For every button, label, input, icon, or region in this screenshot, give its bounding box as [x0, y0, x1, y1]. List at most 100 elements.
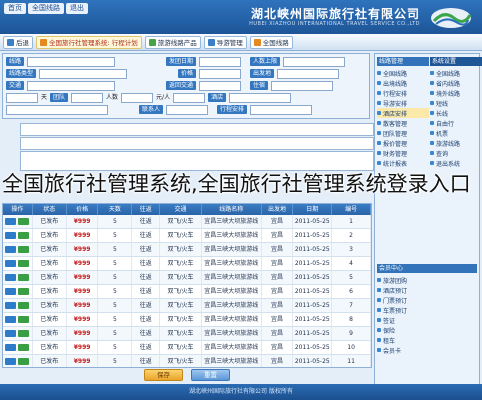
view-icon[interactable]: [18, 358, 30, 365]
sidebar-item[interactable]: 导游安排: [377, 98, 429, 108]
itinerary-select[interactable]: [250, 105, 313, 115]
sidebar-item[interactable]: 全国线路: [430, 68, 482, 78]
table-row[interactable]: 已发布 ¥999 5 往返 双飞/火车 宜昌三峡大坝旅游线 宜昌 2011-05-25 1: [3, 215, 371, 229]
hotel-field[interactable]: [229, 93, 292, 103]
tab-home[interactable]: 首页: [4, 3, 26, 14]
table-row[interactable]: 已发布 ¥999 5 往返 双飞/火车 宜昌三峡大坝旅游线 宜昌 2011-05-25 8: [3, 313, 371, 327]
table-row[interactable]: 已发布 ¥999 5 往返 双飞/火车 宜昌三峡大坝旅游线 宜昌 2011-05-25 9: [3, 327, 371, 341]
edit-icon[interactable]: [5, 218, 17, 225]
view-icon[interactable]: [18, 330, 30, 337]
sidebar-item[interactable]: 行程安排: [377, 88, 429, 98]
edit-icon[interactable]: [5, 330, 17, 337]
return-transport-select[interactable]: [199, 81, 242, 91]
sidebar-item[interactable]: 长线: [430, 108, 482, 118]
contact-field[interactable]: [166, 105, 209, 115]
national-routes-button[interactable]: 全国线路: [249, 35, 293, 49]
sidebar-item[interactable]: 查询: [430, 148, 482, 158]
table-row[interactable]: 已发布 ¥999 5 往返 双飞/火车 宜昌三峡大坝旅游线 宜昌 2011-05-25 10: [3, 341, 371, 355]
edit-icon[interactable]: [5, 274, 17, 281]
sidebar-item[interactable]: 短线: [430, 98, 482, 108]
sidebar-item[interactable]: 签证: [377, 315, 477, 325]
tab-logout[interactable]: 退出: [66, 3, 88, 14]
limit-field[interactable]: [283, 57, 346, 67]
table-row[interactable]: 已发布 ¥999 5 往返 双飞/火车 宜昌三峡大坝旅游线 宜昌 2011-05-25 4: [3, 257, 371, 271]
column-header[interactable]: 操作: [3, 204, 33, 215]
route-products-button[interactable]: 旅游线路产品: [144, 35, 201, 49]
system-breadcrumb[interactable]: 全国旅行社管理系统: 行程计划: [36, 35, 142, 49]
edit-icon[interactable]: [5, 344, 17, 351]
column-header[interactable]: 价格: [67, 204, 99, 215]
table-row[interactable]: 已发布 ¥999 5 往返 双飞/火车 宜昌三峡大坝旅游线 宜昌 2011-05-25 11: [3, 355, 371, 367]
table-row[interactable]: 已发布 ¥999 5 往返 双飞/火车 宜昌三峡大坝旅游线 宜昌 2011-05-25 3: [3, 243, 371, 257]
guide-manage-button[interactable]: 导游管理: [203, 35, 247, 49]
table-row[interactable]: 已发布 ¥999 5 往返 双飞/火车 宜昌三峡大坝旅游线 宜昌 2011-05-25 5: [3, 271, 371, 285]
row-actions[interactable]: [3, 271, 33, 284]
row-actions[interactable]: [3, 299, 33, 312]
itinerary-textarea[interactable]: [20, 151, 374, 171]
row-actions[interactable]: [3, 215, 33, 228]
view-icon[interactable]: [18, 232, 30, 239]
sidebar-item[interactable]: 租车: [377, 335, 477, 345]
people-field[interactable]: [121, 93, 154, 103]
route-type-select[interactable]: [39, 69, 128, 79]
origin-field[interactable]: [277, 69, 340, 79]
transport-select[interactable]: [27, 81, 116, 91]
row-actions[interactable]: [3, 285, 33, 298]
view-icon[interactable]: [18, 344, 30, 351]
column-header[interactable]: 往返: [132, 204, 161, 215]
row-actions[interactable]: [3, 243, 33, 256]
sidebar-item[interactable]: 旅游线路: [430, 138, 482, 148]
sidebar-item[interactable]: 门票预订: [377, 295, 477, 305]
column-header[interactable]: 出发地: [262, 204, 294, 215]
date-field[interactable]: [199, 57, 242, 67]
row-actions[interactable]: [3, 229, 33, 242]
view-icon[interactable]: [18, 302, 30, 309]
table-row[interactable]: 已发布 ¥999 5 往返 双飞/火车 宜昌三峡大坝旅游线 宜昌 2011-05-25 6: [3, 285, 371, 299]
sidebar-item[interactable]: 自由行: [430, 118, 482, 128]
sidebar-item[interactable]: 车票预订: [377, 305, 477, 315]
sidebar-item[interactable]: 旅游团购: [377, 275, 477, 285]
sidebar-item[interactable]: 保险: [377, 325, 477, 335]
sidebar-item[interactable]: 散客管理: [377, 118, 429, 128]
sidebar-item[interactable]: 酒店预订: [377, 285, 477, 295]
sidebar-item[interactable]: 酒店安排: [377, 108, 429, 118]
team-field[interactable]: [71, 93, 104, 103]
unit-price-field[interactable]: [173, 93, 206, 103]
hotel-select[interactable]: [271, 81, 334, 91]
sidebar-item[interactable]: 境外线路: [430, 88, 482, 98]
row-actions[interactable]: [3, 313, 33, 326]
price-field[interactable]: [199, 69, 242, 79]
view-icon[interactable]: [18, 218, 30, 225]
view-icon[interactable]: [18, 316, 30, 323]
sidebar-item[interactable]: 退出系统: [430, 158, 482, 168]
column-header[interactable]: 交通: [160, 204, 202, 215]
save-button[interactable]: 保存: [144, 369, 183, 381]
edit-icon[interactable]: [5, 288, 17, 295]
view-icon[interactable]: [18, 274, 30, 281]
reset-button[interactable]: 重置: [191, 369, 230, 381]
sidebar-item[interactable]: 财务管理: [377, 148, 429, 158]
row-actions[interactable]: [3, 257, 33, 270]
description-textarea[interactable]: [20, 123, 374, 136]
sidebar-item[interactable]: 报价管理: [377, 138, 429, 148]
sidebar-item[interactable]: 出境线路: [377, 78, 429, 88]
column-header[interactable]: 天数: [98, 204, 133, 215]
edit-icon[interactable]: [5, 260, 17, 267]
sidebar-item[interactable]: 团队管理: [377, 128, 429, 138]
view-icon[interactable]: [18, 246, 30, 253]
row-actions[interactable]: [3, 355, 33, 367]
back-button[interactable]: 后退: [3, 35, 33, 49]
view-icon[interactable]: [18, 288, 30, 295]
note-field[interactable]: [6, 105, 108, 115]
edit-icon[interactable]: [5, 316, 17, 323]
sidebar-item[interactable]: 统计报表: [377, 158, 429, 168]
sidebar-item[interactable]: 机票: [430, 128, 482, 138]
column-header[interactable]: 日期: [293, 204, 333, 215]
view-icon[interactable]: [18, 260, 30, 267]
table-row[interactable]: 已发布 ¥999 5 往返 双飞/火车 宜昌三峡大坝旅游线 宜昌 2011-05-25 7: [3, 299, 371, 313]
row-actions[interactable]: [3, 327, 33, 340]
remarks-textarea[interactable]: [20, 137, 374, 150]
edit-icon[interactable]: [5, 358, 17, 365]
column-header[interactable]: 编号: [332, 204, 371, 215]
route-field[interactable]: [27, 57, 116, 67]
